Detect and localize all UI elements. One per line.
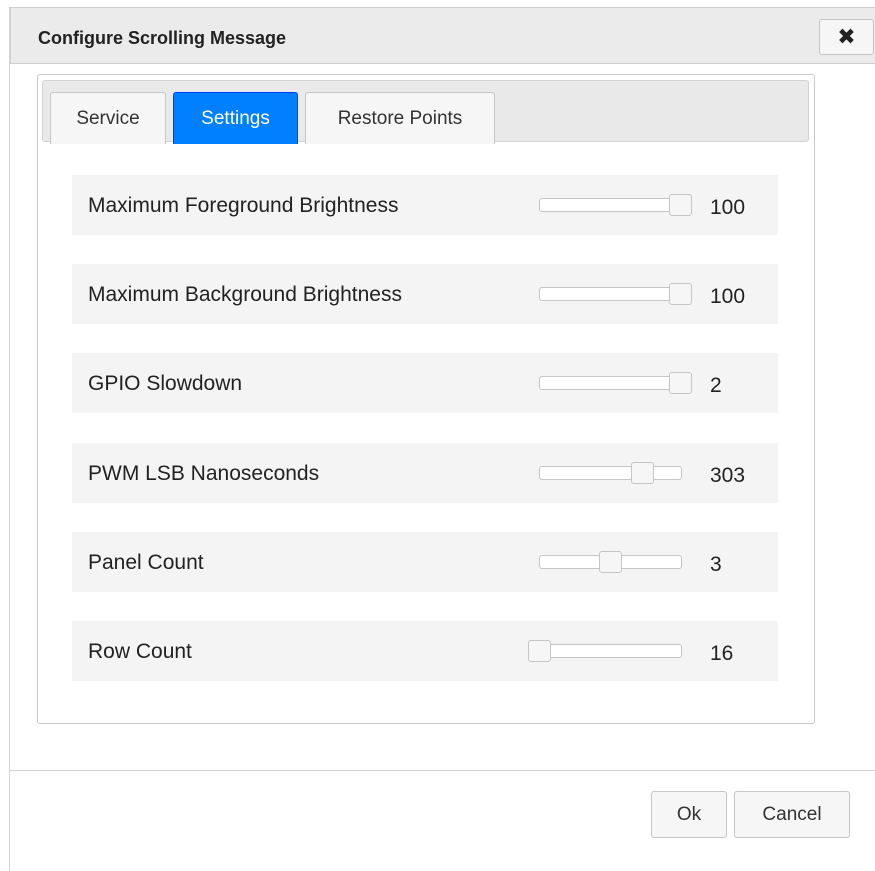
slider-handle[interactable] bbox=[669, 194, 692, 216]
close-button[interactable]: ✖ bbox=[819, 19, 874, 55]
gpio-slowdown-slider[interactable] bbox=[539, 372, 692, 394]
dialog-title: Configure Scrolling Message bbox=[38, 28, 287, 48]
setting-label: GPIO Slowdown bbox=[88, 372, 243, 395]
setting-value: 100 bbox=[710, 196, 746, 219]
dialog-titlebar[interactable]: Configure Scrolling Message ✖ bbox=[10, 7, 875, 64]
panel-count-slider[interactable] bbox=[539, 551, 682, 573]
setting-row-gpio-slowdown: GPIO Slowdown 2 bbox=[72, 353, 778, 413]
tab-bar: Service Settings Restore Points bbox=[42, 80, 809, 144]
setting-label: Row Count bbox=[88, 640, 192, 663]
slider-handle[interactable] bbox=[669, 283, 692, 305]
tab-restore-points[interactable]: Restore Points bbox=[305, 92, 495, 144]
slider-handle[interactable] bbox=[669, 372, 692, 394]
setting-value: 3 bbox=[710, 553, 722, 576]
row-count-slider[interactable] bbox=[528, 640, 682, 662]
footer-divider bbox=[10, 770, 875, 771]
setting-value: 2 bbox=[710, 374, 722, 397]
pwm-lsb-nanoseconds-slider[interactable] bbox=[539, 462, 682, 484]
cancel-button[interactable]: Cancel bbox=[734, 791, 850, 838]
setting-row-max-foreground-brightness: Maximum Foreground Brightness 100 bbox=[72, 175, 778, 235]
configure-dialog: Configure Scrolling Message ✖ Service Se… bbox=[9, 7, 875, 871]
setting-label: Panel Count bbox=[88, 551, 204, 574]
slider-handle[interactable] bbox=[598, 551, 622, 573]
close-x-icon: ✖ bbox=[837, 24, 856, 49]
background-brightness-slider[interactable] bbox=[539, 283, 692, 305]
setting-row-max-background-brightness: Maximum Background Brightness 100 bbox=[72, 264, 778, 324]
setting-row-panel-count: Panel Count 3 bbox=[72, 532, 778, 592]
setting-label: Maximum Foreground Brightness bbox=[88, 194, 399, 217]
setting-row-pwm-lsb-nanoseconds: PWM LSB Nanoseconds 303 bbox=[72, 443, 778, 503]
setting-value: 303 bbox=[710, 464, 746, 487]
ok-button[interactable]: Ok bbox=[651, 791, 727, 838]
setting-value: 16 bbox=[710, 642, 734, 665]
setting-label: PWM LSB Nanoseconds bbox=[88, 462, 320, 485]
slider-handle[interactable] bbox=[630, 462, 654, 484]
setting-label: Maximum Background Brightness bbox=[88, 283, 402, 306]
tab-settings[interactable]: Settings bbox=[173, 92, 298, 144]
setting-row-row-count: Row Count 16 bbox=[72, 621, 778, 681]
slider-handle[interactable] bbox=[528, 640, 551, 662]
foreground-brightness-slider[interactable] bbox=[539, 194, 692, 216]
tab-service[interactable]: Service bbox=[50, 92, 166, 144]
setting-value: 100 bbox=[710, 285, 746, 308]
